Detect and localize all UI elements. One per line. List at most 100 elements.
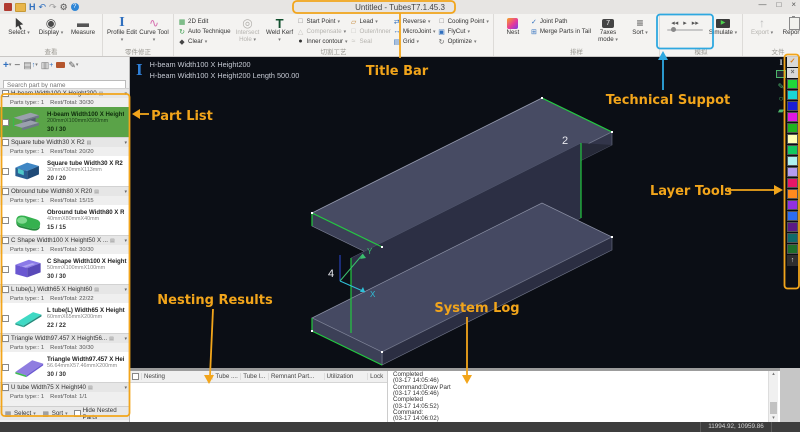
close-icon[interactable]: × (787, 68, 798, 78)
import-part-button[interactable]: ▤↑▾ (23, 60, 38, 71)
layer-color-12[interactable] (787, 200, 798, 210)
scroll-thumb[interactable] (770, 402, 777, 414)
part-group-checkbox[interactable] (2, 188, 9, 195)
reverse-button[interactable]: ⇄Reverse▾ (393, 17, 436, 26)
ibeam-tool-icon[interactable]: I (779, 58, 782, 68)
compensate-button[interactable]: △Compensate▾ (297, 27, 348, 36)
chevron-down-icon[interactable]: ▾ (124, 287, 127, 293)
part-item-5[interactable]: Triangle Width97.457 X Hei56.64mmX57.46m… (0, 352, 129, 382)
display-button[interactable]: ◉Display ▾ (36, 15, 66, 47)
nesting-header-checkbox[interactable] (132, 373, 139, 380)
optimize-button[interactable]: ↻Optimize▾ (438, 37, 489, 46)
clear-button[interactable]: ◆Clear▾ (178, 37, 231, 46)
part-group-header-6[interactable]: U tube Width75 X Height40▤▾ (0, 382, 129, 392)
scroll-up-icon[interactable]: ▴ (769, 371, 778, 378)
layer-color-16[interactable] (787, 244, 798, 254)
system-log[interactable]: Completed(03-17 14:05:46)Command:Draw Pa… (390, 371, 768, 422)
part-group-header-2[interactable]: Obround tube Width80 X R20▤▾ (0, 186, 129, 196)
part-group-header-3[interactable]: C Shape Width100 X Height50 X ...▤▾ (0, 235, 129, 245)
intersect-hole-button[interactable]: ◎Intersect Hole ▾ (233, 15, 263, 47)
chevron-down-icon[interactable]: ▾ (124, 385, 127, 391)
export-part-button[interactable]: ▥+ (41, 60, 54, 71)
nesting-results-table[interactable]: NestingTube ....Tube l...Remnant Part...… (130, 371, 388, 422)
part-group-checkbox[interactable] (2, 90, 9, 97)
circle-tool-icon[interactable]: ○ (779, 94, 784, 104)
profile-edit-button[interactable]: IProfile Edit ▾ (107, 15, 137, 47)
part-item-1[interactable]: Square tube Width30 X R230mmX30mmX113mm2… (0, 156, 129, 186)
part-item-checkbox[interactable] (2, 168, 9, 175)
cooling-point-button[interactable]: □Cooling Point▾ (438, 17, 489, 26)
simulate-button[interactable]: ▶Simulate ▾ (708, 15, 738, 47)
2d-edit-button[interactable]: ▦2D Edit (178, 17, 231, 26)
add-part-button[interactable]: +▾ (3, 60, 11, 71)
part-group-header-4[interactable]: L tube(L) Width65 X Height60▤▾ (0, 284, 129, 294)
outer-inner-button[interactable]: □Outer/Inner (350, 27, 391, 36)
export-button[interactable]: ↑Export ▾ (747, 15, 777, 47)
joint-path-button[interactable]: ✓Joint Path (530, 17, 591, 26)
chevron-down-icon[interactable]: ▾ (124, 91, 127, 97)
simulation-speed-slider[interactable] (667, 29, 703, 31)
flycut-button[interactable]: ▣FlyCut▾ (438, 27, 489, 36)
part-group-checkbox[interactable] (2, 139, 9, 146)
layer-color-8[interactable] (787, 156, 798, 166)
chevron-down-icon[interactable]: ▾ (124, 140, 127, 146)
grid-button[interactable]: ▤Grid▾ (393, 37, 436, 46)
part-item-4[interactable]: L tube(L) Width65 X Height60mmX65mmX200m… (0, 303, 129, 333)
close-button[interactable]: × (791, 0, 796, 9)
layer-color-3[interactable] (787, 101, 798, 111)
display-box-icon[interactable] (776, 70, 786, 80)
part-group-checkbox[interactable] (2, 335, 9, 342)
part-group-checkbox[interactable] (2, 237, 9, 244)
layer-color-5[interactable] (787, 123, 798, 133)
layer-color-4[interactable] (787, 112, 798, 122)
scroll-down-icon[interactable]: ▾ (769, 415, 778, 422)
play-icon[interactable]: ▸ (683, 19, 687, 27)
part-item-checkbox[interactable] (2, 266, 9, 273)
start-point-button[interactable]: □Start Point▾ (297, 17, 348, 26)
layer-color-10[interactable] (787, 178, 798, 188)
lead-button[interactable]: ▱Lead▾ (350, 17, 391, 26)
sort-button[interactable]: ≡Sort ▾ (625, 15, 655, 47)
part-item-checkbox[interactable] (2, 315, 9, 322)
layer-color-14[interactable] (787, 222, 798, 232)
part-item-checkbox[interactable] (2, 119, 9, 126)
part-group-header-0[interactable]: H-beam Width100 X Height200▤▾ (0, 88, 129, 98)
layer-color-9[interactable] (787, 167, 798, 177)
nest-button[interactable]: Nest (498, 15, 528, 47)
chevron-down-icon[interactable]: ▾ (124, 189, 127, 195)
layer-color-13[interactable] (787, 211, 798, 221)
step-back-icon[interactable]: ◂◂ (671, 19, 678, 27)
7axes-mode-button[interactable]: 77axes mode ▾ (593, 15, 623, 47)
minimize-button[interactable]: — (758, 0, 766, 9)
eraser-tool-icon[interactable]: ▰ (778, 106, 784, 116)
layer-color-2[interactable] (787, 90, 798, 100)
part-group-header-1[interactable]: Square tube Width30 X R2▤▾ (0, 137, 129, 147)
inner-contour-button[interactable]: ●Inner contour▾ (297, 37, 348, 46)
measure-button[interactable]: ▬Measure (68, 15, 98, 47)
auto-technique-button[interactable]: ↻Auto Technique (178, 27, 231, 36)
confirm-icon[interactable]: ✓ (787, 57, 798, 67)
part-item-checkbox[interactable] (2, 217, 9, 224)
report-button[interactable]: Report ▾ (779, 15, 800, 47)
part-group-header-5[interactable]: Triangle Width97.457 X Height56...▤▾ (0, 333, 129, 343)
part-item-checkbox[interactable] (2, 364, 9, 371)
part-group-checkbox[interactable] (2, 384, 9, 391)
merge-parts-in-tail-button[interactable]: ⊞Merge Parts in Tail (530, 27, 591, 36)
chevron-down-icon[interactable]: ▾ (124, 238, 127, 244)
pen-tool-icon[interactable]: ✎ (778, 82, 785, 92)
sort-dropdown[interactable]: ▦ Sort▾ (42, 410, 68, 418)
part-group-checkbox[interactable] (2, 286, 9, 293)
viewport-3d[interactable]: 2 4 Y X (130, 56, 800, 368)
part-item-3[interactable]: C Shape Width100 X Height50mmX100mmX100m… (0, 254, 129, 284)
part-item-0[interactable]: H-beam Width100 X Height200mmX100mmX500m… (0, 107, 129, 137)
layer-color-7[interactable] (787, 145, 798, 155)
slider-handle[interactable] (671, 27, 676, 32)
hide-nested-checkbox[interactable]: Hide Nested Parts (74, 407, 125, 421)
layer-color-11[interactable] (787, 189, 798, 199)
layer-color-1[interactable] (787, 79, 798, 89)
microjoint-button[interactable]: ↔MicroJoint▾ (393, 27, 436, 36)
draw-part-button[interactable]: ✎▾ (68, 60, 78, 71)
select-button[interactable]: Select ▾ (4, 15, 34, 47)
seal-button[interactable]: ≈Seal (350, 37, 391, 46)
remove-part-button[interactable]: − (14, 60, 20, 71)
